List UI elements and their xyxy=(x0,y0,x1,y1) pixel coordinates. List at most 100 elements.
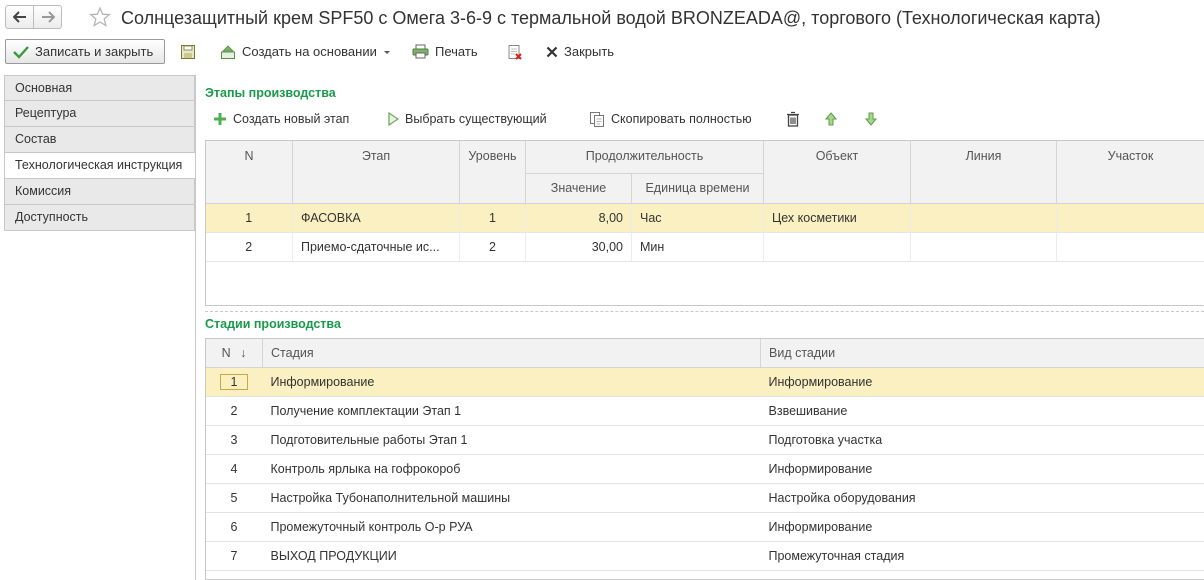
cell-phase: Получение комплектации Этап 1 xyxy=(262,396,761,426)
cell-kind: Взвешивание xyxy=(760,396,1204,426)
col-header-duration[interactable]: Продолжительность xyxy=(525,140,764,174)
col-header-n[interactable]: N ↓ xyxy=(205,338,263,368)
sidebar-item-label: Доступность xyxy=(15,210,89,224)
cell-kind: Информирование xyxy=(760,512,1204,542)
forward-button[interactable] xyxy=(33,5,62,29)
col-header-phase[interactable]: Стадия xyxy=(262,338,761,368)
title-bar: Солнцезащитный крем SPF50 с Омега 3-6-9 … xyxy=(0,0,1204,36)
sidebar-item-availability[interactable]: Доступность xyxy=(4,205,195,231)
cell-value: 30,00 xyxy=(525,232,632,262)
cell-n: 2 xyxy=(205,232,293,262)
main-toolbar: Записать и закрыть Создать на основании … xyxy=(0,38,1204,68)
sidebar-item-label: Комиссия xyxy=(15,184,72,198)
sidebar-divider xyxy=(195,75,196,580)
table-row[interactable]: 6 Промежуточный контроль О-р РУА Информи… xyxy=(205,512,1204,542)
col-header-object[interactable]: Объект xyxy=(763,140,911,204)
print-label: Печать xyxy=(435,44,478,59)
sidebar-item-label: Состав xyxy=(15,132,57,146)
save-and-close-button[interactable]: Записать и закрыть xyxy=(5,39,165,64)
sidebar-item-label: Технологическая инструкция xyxy=(15,158,183,172)
play-arrow-icon xyxy=(388,112,399,126)
table-row[interactable]: 3 Подготовительные работы Этап 1 Подгото… xyxy=(205,425,1204,455)
create-new-stage-button[interactable]: Создать новый этап xyxy=(213,107,349,131)
move-down-button[interactable] xyxy=(865,107,877,131)
copy-full-button[interactable]: Скопировать полностью xyxy=(589,107,752,131)
move-up-button[interactable] xyxy=(825,107,837,131)
close-label: Закрыть xyxy=(564,44,615,59)
cell-phase: Настройка Тубонаполнительной машины xyxy=(262,483,761,513)
stages-table: N Этап Уровень Продолжительность Объект … xyxy=(205,140,1204,262)
table-row[interactable]: 1 ФАСОВКА 1 8,00 Час Цех косметики xyxy=(205,203,1204,233)
cell-n: 7 xyxy=(205,541,263,571)
cell-phase: Контроль ярлыка на гофрокороб xyxy=(262,454,761,484)
cell-section xyxy=(1056,232,1204,262)
sidebar-item-commission[interactable]: Комиссия xyxy=(4,179,195,205)
cell-line xyxy=(910,203,1057,233)
window-title: Солнцезащитный крем SPF50 с Омега 3-6-9 … xyxy=(121,8,1101,28)
cell-level: 1 xyxy=(459,203,526,233)
back-button[interactable] xyxy=(5,5,34,29)
sidebar-item-tech-instruction[interactable]: Технологическая инструкция xyxy=(4,153,195,179)
favorite-star-icon[interactable] xyxy=(89,6,111,28)
table-row[interactable]: 2 Получение комплектации Этап 1 Взвешива… xyxy=(205,396,1204,426)
cell-section xyxy=(1056,203,1204,233)
table-row[interactable]: 4 Контроль ярлыка на гофрокороб Информир… xyxy=(205,454,1204,484)
cell-unit: Час xyxy=(631,203,764,233)
arrow-right-icon xyxy=(41,11,55,23)
dropdown-arrow-icon xyxy=(383,50,390,54)
table-row[interactable]: 1 Информирование Информирование xyxy=(205,367,1204,397)
cell-kind: Информирование xyxy=(760,454,1204,484)
table-row[interactable]: 7 ВЫХОД ПРОДУКЦИИ Промежуточная стадия xyxy=(205,541,1204,571)
stages-section-title: Этапы производства xyxy=(205,86,336,100)
col-header-n[interactable]: N xyxy=(205,140,293,204)
copy-full-label: Скопировать полностью xyxy=(611,112,752,126)
sidebar-item-main[interactable]: Основная xyxy=(4,75,195,101)
sort-down-icon: ↓ xyxy=(240,346,247,360)
sidebar-item-label: Рецептура xyxy=(15,106,77,120)
cell-line xyxy=(910,232,1057,262)
col-header-unit[interactable]: Единица времени xyxy=(631,173,764,204)
table-row[interactable]: 5 Настройка Тубонаполнительной машины На… xyxy=(205,483,1204,513)
close-button[interactable]: Закрыть xyxy=(546,39,614,64)
col-header-level[interactable]: Уровень xyxy=(459,140,526,204)
printer-icon xyxy=(412,44,429,59)
col-header-stage[interactable]: Этап xyxy=(292,140,460,204)
create-based-on-label: Создать на основании xyxy=(242,44,377,59)
select-existing-label: Выбрать существующий xyxy=(405,112,547,126)
document-delete-icon xyxy=(508,44,522,60)
sidebar-item-recipe[interactable]: Рецептура xyxy=(4,101,195,127)
cell-value: 8,00 xyxy=(525,203,632,233)
create-based-icon xyxy=(221,44,235,59)
save-and-close-label: Записать и закрыть xyxy=(35,44,154,59)
cell-n: 6 xyxy=(205,512,263,542)
cell-phase: Информирование xyxy=(262,367,761,397)
arrow-left-icon xyxy=(12,11,26,23)
trash-icon xyxy=(787,111,799,127)
arrow-down-icon xyxy=(865,112,877,126)
sidebar: Основная Рецептура Состав Технологическа… xyxy=(4,75,195,231)
cell-phase: ВЫХОД ПРОДУКЦИИ xyxy=(262,541,761,571)
save-button[interactable] xyxy=(180,39,196,64)
cell-n: 3 xyxy=(205,425,263,455)
checkmark-icon xyxy=(13,45,29,59)
cell-n: 1 xyxy=(205,203,293,233)
delete-mark-button[interactable] xyxy=(507,39,523,64)
create-based-on-button[interactable]: Создать на основании xyxy=(220,39,392,64)
print-button[interactable]: Печать xyxy=(412,39,478,64)
cell-kind: Промежуточная стадия xyxy=(760,541,1204,571)
cell-n: 4 xyxy=(205,454,263,484)
cell-object xyxy=(763,232,911,262)
table-row[interactable]: 2 Приемо-сдаточные ис... 2 30,00 Мин xyxy=(205,232,1204,262)
create-new-stage-label: Создать новый этап xyxy=(233,112,350,126)
cell-phase: Подготовительные работы Этап 1 xyxy=(262,425,761,455)
col-header-kind[interactable]: Вид стадии xyxy=(760,338,1204,368)
cell-n: 5 xyxy=(205,483,263,513)
cell-n: 2 xyxy=(205,396,263,426)
col-header-section[interactable]: Участок xyxy=(1056,140,1204,204)
col-header-line[interactable]: Линия xyxy=(910,140,1057,204)
select-existing-button[interactable]: Выбрать существующий xyxy=(387,107,547,131)
sidebar-item-composition[interactable]: Состав xyxy=(4,127,195,153)
delete-stage-button[interactable] xyxy=(786,107,800,131)
cell-unit: Мин xyxy=(631,232,764,262)
col-header-value[interactable]: Значение xyxy=(525,173,632,204)
